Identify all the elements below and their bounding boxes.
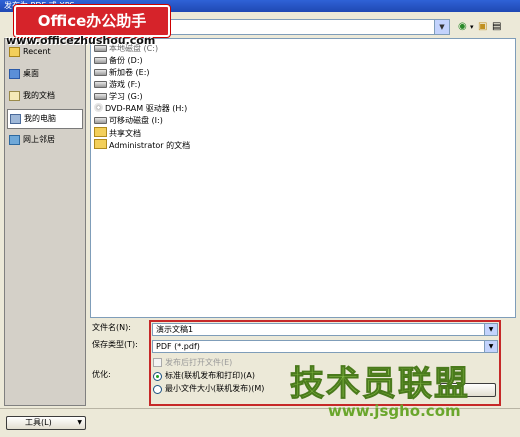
drive-icon — [94, 69, 107, 76]
chevron-down-icon: ▼ — [77, 419, 82, 426]
chevron-down-icon[interactable]: ▼ — [434, 20, 449, 34]
cd-drive-icon — [94, 103, 103, 112]
place-my-documents[interactable]: 我的文档 — [7, 87, 83, 107]
item-label: 学习 (G:) — [109, 92, 143, 101]
up-folder-icon[interactable]: ▣ — [478, 21, 487, 33]
filetype-label: 保存类型(T): — [92, 340, 138, 349]
drive-icon — [94, 93, 107, 100]
place-label: Recent — [23, 47, 51, 56]
drive-icon — [94, 117, 107, 124]
tools-button[interactable]: 工具(L) ▼ — [6, 416, 86, 430]
folder-icon — [94, 139, 107, 149]
list-item[interactable]: DVD-RAM 驱动器 (H:) — [94, 103, 187, 115]
list-item[interactable]: 学习 (G:) — [94, 91, 143, 103]
item-label: 新加卷 (E:) — [109, 68, 150, 77]
filename-label: 文件名(N): — [92, 323, 131, 332]
optimize-label: 优化: — [92, 370, 111, 379]
list-item[interactable]: 备份 (D:) — [94, 55, 143, 67]
drive-icon — [94, 81, 107, 88]
place-desktop[interactable]: 桌面 — [7, 65, 83, 85]
list-item[interactable]: 新加卷 (E:) — [94, 67, 150, 79]
item-label: DVD-RAM 驱动器 (H:) — [105, 104, 188, 113]
desktop-icon — [9, 69, 20, 79]
list-item[interactable]: 共享文档 — [94, 127, 141, 139]
list-item[interactable]: 游戏 (F:) — [94, 79, 140, 91]
drive-icon — [94, 57, 107, 64]
list-item[interactable]: Administrator 的文档 — [94, 139, 190, 151]
place-network[interactable]: 网上邻居 — [7, 131, 83, 151]
place-my-computer[interactable]: 我的电脑 — [7, 109, 83, 129]
network-icon — [9, 135, 20, 145]
back-dropdown-icon[interactable]: ▾ — [470, 21, 474, 33]
place-label: 我的电脑 — [24, 114, 56, 123]
place-label: 桌面 — [23, 69, 39, 78]
documents-icon — [9, 91, 20, 101]
watermark-brand-url: www.jsgho.com — [328, 402, 461, 420]
item-label: 共享文档 — [109, 129, 141, 138]
folder-icon — [94, 127, 107, 137]
back-icon[interactable]: ◉ — [458, 21, 467, 33]
file-list[interactable]: 本地磁盘 (C:) 备份 (D:) 新加卷 (E:) 游戏 (F:) 学习 (G… — [90, 38, 516, 318]
recent-folder-icon — [9, 47, 20, 57]
tools-label: 工具(L) — [25, 418, 52, 427]
item-label: 游戏 (F:) — [109, 80, 141, 89]
computer-icon — [10, 114, 21, 124]
place-label: 我的文档 — [23, 91, 55, 100]
list-item[interactable]: 可移动磁盘 (I:) — [94, 115, 163, 127]
place-label: 网上邻居 — [23, 135, 55, 144]
places-bar: Recent 桌面 我的文档 我的电脑 网上邻居 — [4, 38, 86, 406]
item-label: Administrator 的文档 — [109, 141, 191, 150]
watermark-logo: Office办公助手 — [14, 5, 170, 37]
watermark-brand: 技术员联盟 — [290, 364, 470, 404]
watermark-url: www.officezhushou.com — [6, 34, 156, 47]
item-label: 可移动磁盘 (I:) — [109, 116, 163, 125]
views-icon[interactable]: ▤ — [492, 21, 501, 33]
item-label: 备份 (D:) — [109, 56, 143, 65]
